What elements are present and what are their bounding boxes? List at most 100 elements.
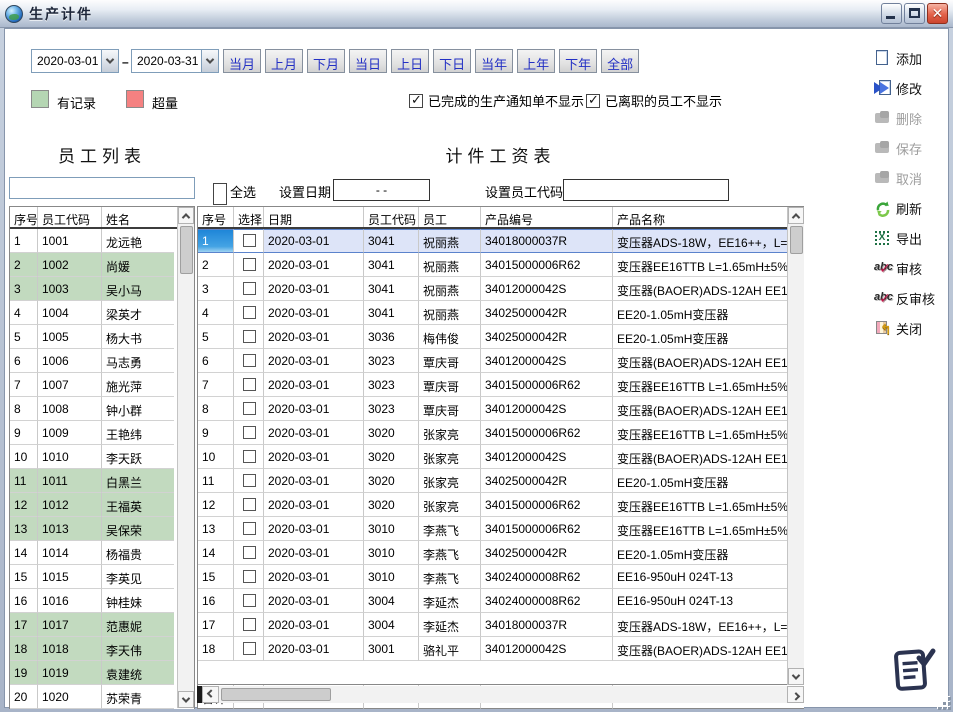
table-row[interactable]: 42020-03-013041祝丽燕34025000042REE20-1.05m…: [198, 301, 804, 325]
unaudit-button[interactable]: abc✓ 反审核: [874, 287, 935, 309]
hide-finished-orders-checkbox[interactable]: [409, 94, 423, 108]
scroll-down-button[interactable]: [788, 668, 804, 685]
range-button-next-year[interactable]: 下年: [559, 49, 597, 73]
row-select-checkbox[interactable]: [243, 618, 256, 631]
piecework-table-vscrollbar[interactable]: [787, 207, 804, 685]
table-row[interactable]: 102020-03-013020张家亮34012000042S变压器(BAOER…: [198, 445, 804, 469]
table-row[interactable]: 131013吴保荣: [10, 517, 194, 541]
scrollbar-thumb[interactable]: [221, 688, 331, 701]
audit-button[interactable]: abc✓ 审核: [874, 257, 935, 279]
column-header-date[interactable]: 日期: [264, 207, 364, 227]
range-button-prev-year[interactable]: 上年: [517, 49, 555, 73]
table-row[interactable]: 171017范惠妮: [10, 613, 194, 637]
row-select-checkbox[interactable]: [243, 330, 256, 343]
scroll-up-button[interactable]: [178, 207, 194, 224]
scroll-right-button[interactable]: [787, 686, 804, 703]
table-row[interactable]: 91009王艳纬: [10, 421, 194, 445]
table-row[interactable]: 41004梁英才: [10, 301, 194, 325]
table-row[interactable]: 172020-03-013004李延杰34018000037R变压器ADS-18…: [198, 613, 804, 637]
table-row[interactable]: 132020-03-013010李燕飞34015000006R62变压器EE16…: [198, 517, 804, 541]
row-select-checkbox[interactable]: [243, 378, 256, 391]
add-button[interactable]: 添加: [874, 47, 935, 69]
table-row[interactable]: 101010李天跃: [10, 445, 194, 469]
hide-resigned-employees-checkbox[interactable]: [586, 94, 600, 108]
column-header-no[interactable]: 序号: [198, 207, 234, 227]
piecework-table-hscrollbar[interactable]: [197, 686, 804, 703]
table-row[interactable]: 21002尚媛: [10, 253, 194, 277]
refresh-button[interactable]: 刷新: [874, 197, 935, 219]
close-button[interactable]: ✕: [927, 3, 948, 24]
table-row[interactable]: 162020-03-013004李延杰34024000008R62EE16-95…: [198, 589, 804, 613]
table-row[interactable]: 182020-03-013001骆礼平34012000042S变压器(BAOER…: [198, 637, 804, 661]
scrollbar-thumb[interactable]: [790, 226, 803, 254]
row-select-checkbox[interactable]: [243, 234, 256, 247]
table-row[interactable]: 71007施光萍: [10, 373, 194, 397]
row-select-checkbox[interactable]: [243, 642, 256, 655]
table-row[interactable]: 151015李英见: [10, 565, 194, 589]
table-row[interactable]: 142020-03-013010李燕飞34025000042REE20-1.05…: [198, 541, 804, 565]
delete-button[interactable]: 删除: [874, 107, 935, 129]
range-button-current-month[interactable]: 当月: [223, 49, 261, 73]
table-row[interactable]: 81008钟小群: [10, 397, 194, 421]
table-row[interactable]: 32020-03-013041祝丽燕34012000042S变压器(BAOER)…: [198, 277, 804, 301]
table-row[interactable]: 201020苏荣青: [10, 685, 194, 709]
table-row[interactable]: 31003吴小马: [10, 277, 194, 301]
row-select-checkbox[interactable]: [243, 402, 256, 415]
table-row[interactable]: 22020-03-013041祝丽燕34015000006R62变压器EE16T…: [198, 253, 804, 277]
table-row[interactable]: 152020-03-013010李燕飞34024000008R62EE16-95…: [198, 565, 804, 589]
range-button-current-year[interactable]: 当年: [475, 49, 513, 73]
table-row[interactable]: 181018李天伟: [10, 637, 194, 661]
table-row[interactable]: 92020-03-013020张家亮34015000006R62变压器EE16T…: [198, 421, 804, 445]
row-select-checkbox[interactable]: [243, 282, 256, 295]
table-row[interactable]: 141014杨福贵: [10, 541, 194, 565]
date-from-combobox[interactable]: 2020-03-01: [31, 49, 119, 73]
select-all-checkbox[interactable]: [213, 183, 227, 205]
column-header-no[interactable]: 序号: [10, 207, 38, 227]
row-select-checkbox[interactable]: [243, 498, 256, 511]
table-row[interactable]: 11001龙远艳: [10, 229, 194, 253]
table-row[interactable]: 191019袁建统: [10, 661, 194, 685]
table-row[interactable]: 122020-03-013020张家亮34015000006R62变压器EE16…: [198, 493, 804, 517]
close-form-button[interactable]: ↰ 关闭: [874, 317, 935, 339]
row-select-checkbox[interactable]: [243, 426, 256, 439]
date-from-dropdown-button[interactable]: [101, 50, 118, 72]
row-select-checkbox[interactable]: [243, 306, 256, 319]
range-button-prev-month[interactable]: 上月: [265, 49, 303, 73]
scroll-up-button[interactable]: [788, 207, 804, 224]
row-select-checkbox[interactable]: [243, 354, 256, 367]
column-header-select[interactable]: 选择: [234, 207, 264, 227]
table-row[interactable]: 51005杨大书: [10, 325, 194, 349]
scrollbar-thumb[interactable]: [180, 226, 193, 274]
set-date-input[interactable]: - -: [333, 179, 430, 201]
table-row[interactable]: 111011白黑兰: [10, 469, 194, 493]
row-select-checkbox[interactable]: [243, 258, 256, 271]
row-select-checkbox[interactable]: [243, 570, 256, 583]
row-select-checkbox[interactable]: [243, 522, 256, 535]
column-header-employee-code[interactable]: 员工代码: [364, 207, 419, 227]
row-select-checkbox[interactable]: [243, 474, 256, 487]
range-button-current-day[interactable]: 当日: [349, 49, 387, 73]
employee-table-vscrollbar[interactable]: [177, 207, 194, 708]
table-row[interactable]: 112020-03-013020张家亮34025000042REE20-1.05…: [198, 469, 804, 493]
range-button-next-day[interactable]: 下日: [433, 49, 471, 73]
table-row[interactable]: 161016钟桂妹: [10, 589, 194, 613]
modify-button[interactable]: 修改: [874, 77, 935, 99]
range-button-all[interactable]: 全部: [601, 49, 639, 73]
row-select-checkbox[interactable]: [243, 546, 256, 559]
column-header-employee[interactable]: 员工: [419, 207, 481, 227]
export-button[interactable]: X 导出: [874, 227, 935, 249]
resize-grip[interactable]: [938, 697, 951, 710]
date-to-dropdown-button[interactable]: [201, 50, 218, 72]
table-row[interactable]: 12020-03-013041祝丽燕34018000037R变压器ADS-18W…: [198, 229, 804, 253]
range-button-next-month[interactable]: 下月: [307, 49, 345, 73]
column-header-name[interactable]: 姓名: [102, 207, 174, 227]
minimize-button[interactable]: [881, 3, 902, 24]
employee-search-input[interactable]: [9, 177, 195, 199]
maximize-button[interactable]: [904, 3, 925, 24]
table-row[interactable]: 72020-03-013023覃庆哥34015000006R62变压器EE16T…: [198, 373, 804, 397]
row-select-checkbox[interactable]: [243, 594, 256, 607]
range-button-prev-day[interactable]: 上日: [391, 49, 429, 73]
table-row[interactable]: 82020-03-013023覃庆哥34012000042S变压器(BAOER)…: [198, 397, 804, 421]
scroll-down-button[interactable]: [178, 691, 194, 708]
column-header-employee-code[interactable]: 员工代码: [38, 207, 102, 227]
